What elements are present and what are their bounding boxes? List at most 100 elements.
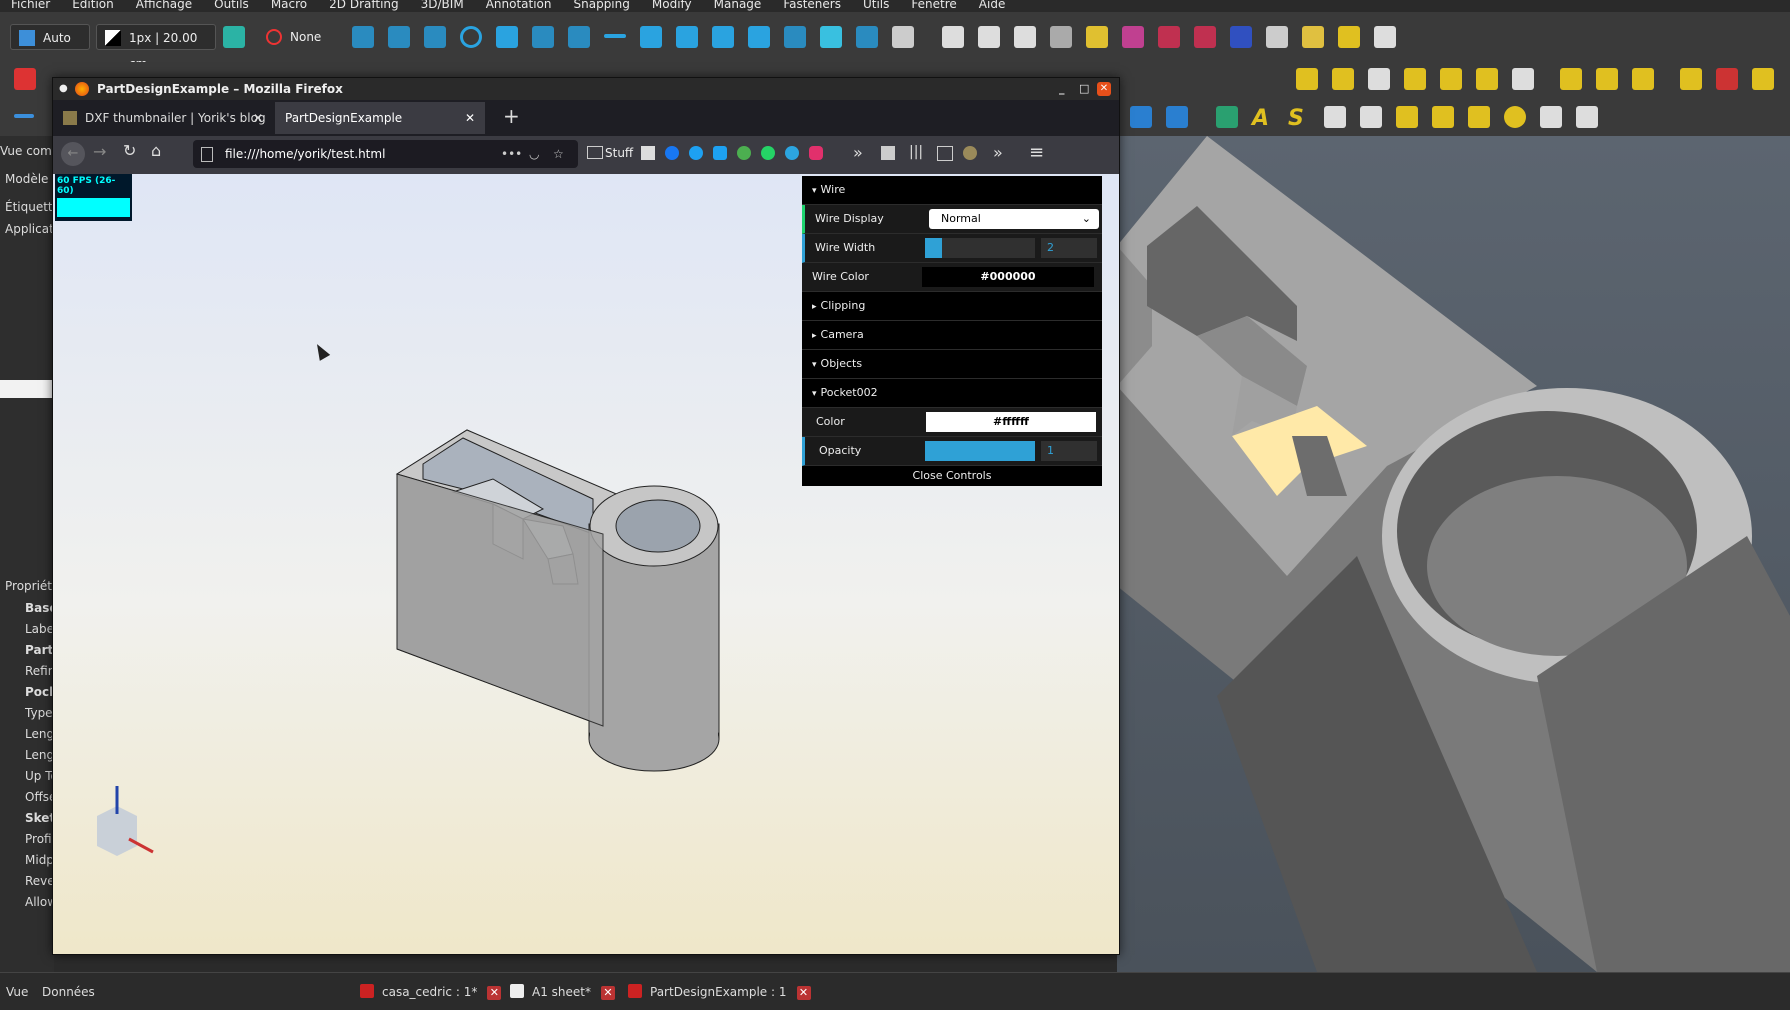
folder-objects[interactable]: Objects xyxy=(802,350,1102,379)
whatsapp-icon[interactable] xyxy=(761,146,775,160)
wire-display-select[interactable]: Normal ⌄ xyxy=(929,209,1099,229)
snap-dimensions-icon[interactable] xyxy=(856,26,878,48)
url-bar[interactable]: file:///home/yorik/test.html ••• ◡ ☆ xyxy=(193,140,578,168)
arch-project-icon[interactable] xyxy=(1230,26,1252,48)
close-tab-icon[interactable]: ✕ xyxy=(796,986,811,1000)
telegram-icon[interactable] xyxy=(785,146,799,160)
opacity-slider[interactable] xyxy=(925,441,1035,461)
property-reversed[interactable]: Reve xyxy=(25,874,55,888)
maximize-icon[interactable]: □ xyxy=(1079,78,1089,100)
extension-icon[interactable] xyxy=(881,146,895,160)
instagram-icon[interactable] xyxy=(809,146,823,160)
property-refine[interactable]: Refin xyxy=(25,664,55,678)
move-axis-icon[interactable] xyxy=(14,114,34,118)
grid-toggle-icon[interactable] xyxy=(892,26,914,48)
menu-affichage[interactable]: Affichage xyxy=(125,0,203,12)
folder-wire[interactable]: Wire xyxy=(802,176,1102,205)
tab-vue[interactable]: Vue xyxy=(6,981,28,1003)
dimension-icon[interactable] xyxy=(1324,106,1346,128)
arch-survey-icon[interactable] xyxy=(1086,26,1108,48)
arch-fence-icon[interactable] xyxy=(1632,68,1654,90)
feedly-icon[interactable] xyxy=(737,146,751,160)
home-icon[interactable]: ⌂ xyxy=(151,141,161,160)
snap-workingplane-icon[interactable] xyxy=(820,26,842,48)
text-icon[interactable]: A xyxy=(1252,106,1274,131)
sidebar-icon[interactable] xyxy=(937,146,953,161)
arch-schedule-icon[interactable] xyxy=(1194,26,1216,48)
close-tab-icon[interactable]: ✕ xyxy=(487,986,502,1000)
bookmark-stuff[interactable]: Stuff xyxy=(605,146,633,160)
menu-utils[interactable]: Utils xyxy=(852,0,900,12)
twitter-icon[interactable] xyxy=(689,146,703,160)
menu-snapping[interactable]: Snapping xyxy=(563,0,641,12)
menu-modify[interactable]: Modify xyxy=(641,0,703,12)
snap-angle-icon[interactable] xyxy=(496,26,518,48)
arch-structure-tool-icon[interactable] xyxy=(1332,68,1354,90)
folder-clipping[interactable]: Clipping xyxy=(802,292,1102,321)
menu-fichier[interactable]: Fichier xyxy=(0,0,61,12)
snap-lock-icon[interactable] xyxy=(352,26,374,48)
overflow-menu-icon[interactable]: » xyxy=(993,143,1003,162)
axis-system-icon[interactable] xyxy=(1432,106,1454,128)
bookmark-uf-icon[interactable] xyxy=(641,146,655,160)
back-icon[interactable]: ← xyxy=(61,142,85,166)
menu-edition[interactable]: Edition xyxy=(61,0,125,12)
page-actions-icon[interactable]: ••• xyxy=(501,140,522,168)
snap-ortho-icon[interactable] xyxy=(748,26,770,48)
arch-cutline-icon[interactable] xyxy=(1716,68,1738,90)
arch-material-icon[interactable] xyxy=(1302,26,1324,48)
forward-icon[interactable]: → xyxy=(93,142,106,161)
window-menu-icon[interactable]: ● xyxy=(59,78,68,100)
label-icon[interactable] xyxy=(1360,106,1382,128)
folder-pocket002[interactable]: Pocket002 xyxy=(802,379,1102,408)
freecad-3d-view[interactable] xyxy=(1117,136,1790,972)
tree-item-application[interactable]: Applicati xyxy=(5,222,57,236)
snap-parallel-icon[interactable] xyxy=(640,26,662,48)
reload-icon[interactable]: ↻ xyxy=(123,141,136,160)
arch-floor-icon[interactable] xyxy=(1014,26,1036,48)
cut-plane-icon[interactable] xyxy=(1540,106,1562,128)
snap-perpendicular-icon[interactable] xyxy=(568,26,590,48)
arch-building-icon[interactable] xyxy=(978,26,1000,48)
menu-fasteners[interactable]: Fasteners xyxy=(772,0,852,12)
arch-structure-icon[interactable] xyxy=(1166,106,1188,128)
wire-color-input[interactable]: #000000 xyxy=(922,267,1094,287)
grid-icon[interactable] xyxy=(1468,106,1490,128)
arch-layers-icon[interactable] xyxy=(1266,26,1288,48)
folder-camera[interactable]: Camera xyxy=(802,321,1102,350)
arch-window-icon[interactable] xyxy=(1404,68,1426,90)
draft-wire-icon[interactable] xyxy=(14,68,36,90)
arch-frame-icon[interactable] xyxy=(1560,68,1582,90)
arch-wall-icon[interactable] xyxy=(1130,106,1152,128)
snap-center-icon[interactable] xyxy=(460,26,482,48)
menu-outils[interactable]: Outils xyxy=(203,0,260,12)
wire-width-input[interactable]: 2 xyxy=(1041,238,1097,258)
arch-ifc-icon[interactable] xyxy=(1122,26,1144,48)
snap-special-icon[interactable] xyxy=(676,26,698,48)
annotation-style-icon[interactable] xyxy=(223,26,245,48)
arch-space-icon[interactable] xyxy=(1476,68,1498,90)
wire-width-slider[interactable] xyxy=(925,238,1035,258)
doc-tab-casa-cedric[interactable]: casa_cedric : 1* ✕ xyxy=(360,981,502,1003)
menu-3d-bim[interactable]: 3D/BIM xyxy=(410,0,475,12)
new-tab-icon[interactable]: + xyxy=(503,104,520,128)
snap-intersection-icon[interactable] xyxy=(532,26,554,48)
arch-pipe-icon[interactable] xyxy=(1680,68,1702,90)
axis-icon[interactable] xyxy=(1396,106,1418,128)
menu-annotation[interactable]: Annotation xyxy=(475,0,563,12)
menu-aide[interactable]: Aide xyxy=(968,0,1017,12)
arch-quantities-icon[interactable] xyxy=(1374,26,1396,48)
pocket-icon[interactable]: ◡ xyxy=(529,140,539,168)
arch-rebar-icon[interactable] xyxy=(1216,106,1238,128)
arch-wall-tool-icon[interactable] xyxy=(1296,68,1318,90)
arch-equipment-icon[interactable] xyxy=(1512,68,1534,90)
construction-mode-button[interactable]: None xyxy=(258,24,328,50)
hamburger-menu-icon[interactable]: ≡ xyxy=(1029,142,1044,163)
menu-2d-drafting[interactable]: 2D Drafting xyxy=(318,0,410,12)
snap-extension-icon[interactable] xyxy=(604,34,626,38)
arch-stairs-icon[interactable] xyxy=(1050,26,1072,48)
snap-endpoint-icon[interactable] xyxy=(388,26,410,48)
overflow-bookmarks-icon[interactable]: » xyxy=(853,143,863,162)
twitter-square-icon[interactable] xyxy=(713,146,727,160)
close-window-icon[interactable]: ✕ xyxy=(1097,82,1111,96)
